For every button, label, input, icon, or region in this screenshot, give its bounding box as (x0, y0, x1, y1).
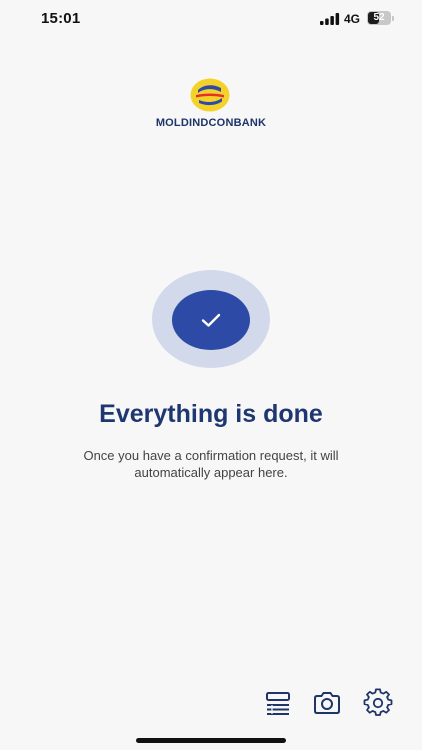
brand-name: MOLDINDCONBANK (155, 117, 267, 129)
page-title: Everything is done (99, 400, 323, 428)
status-time: 15:01 (41, 10, 81, 27)
camera-icon (314, 692, 340, 714)
status-bar: 15:01 4G 52 (0, 0, 422, 40)
list-icon (266, 692, 290, 715)
network-type: 4G (344, 12, 361, 26)
page-description: Once you have a confirmation request, it… (83, 448, 339, 480)
camera-button[interactable] (312, 688, 342, 718)
screen: 15:01 4G 52 MOLDINDCONBANK Everything is… (0, 0, 422, 750)
moldindconbank-logo (190, 78, 230, 112)
signal-strength-icon (320, 13, 340, 25)
list-button[interactable] (263, 688, 293, 718)
gear-icon (363, 688, 393, 716)
battery-percent: 52 (373, 12, 385, 23)
checkmark-icon (201, 313, 221, 327)
battery-icon: 52 (367, 11, 395, 26)
settings-button[interactable] (363, 688, 393, 718)
home-indicator[interactable] (136, 738, 286, 743)
